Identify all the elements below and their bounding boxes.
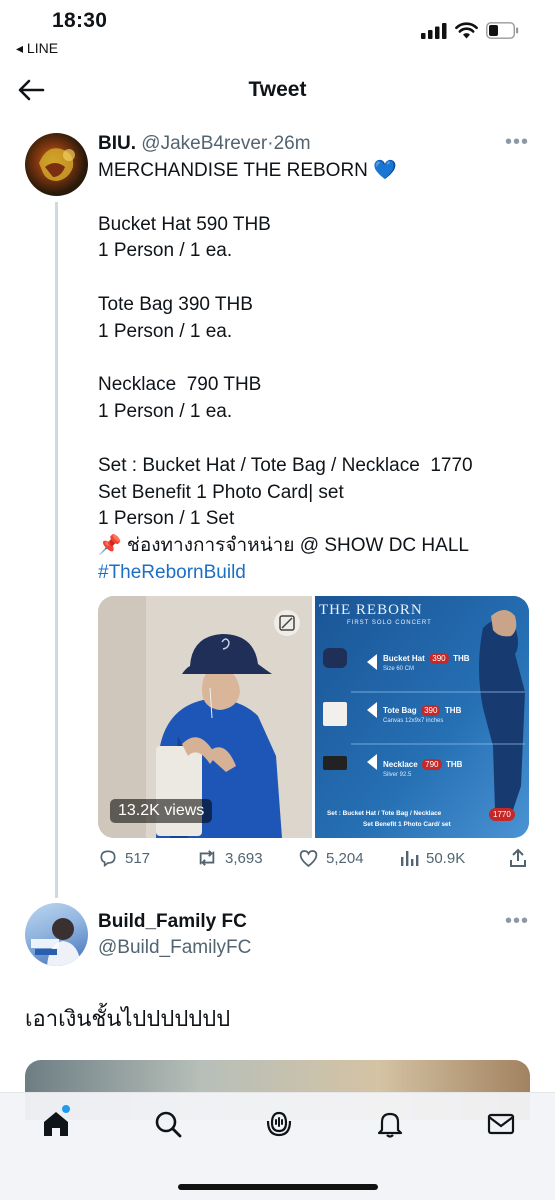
author-handle[interactable]: @JakeB4rever [141, 133, 267, 154]
tweet-line: 1 Person / 1 ea. [98, 320, 233, 342]
poster-item-hat: Bucket Hat 390 THB Size 60 CM [383, 648, 470, 672]
reply-author-avatar[interactable] [25, 903, 88, 966]
poster-item-name: Tote Bag [383, 706, 417, 715]
poster-price-badge: 790 [422, 759, 442, 770]
reply-more-options-icon[interactable]: ••• [505, 910, 529, 933]
tweet-actions: 517 3,693 5,204 50.9K [98, 848, 538, 874]
tweet-line: 1 Person / 1 ea. [98, 240, 233, 262]
tweet-line [98, 265, 538, 292]
video-views-badge: 13.2K views [110, 799, 213, 823]
thread-line [55, 202, 58, 898]
tweet-line [98, 426, 538, 453]
poster-currency: THB [453, 654, 470, 663]
poster-item-name: Necklace [383, 760, 418, 769]
tweet-line: 1 Person / 1 ea. [98, 401, 233, 423]
tweet-text: MERCHANDISE THE REBORN 💙 Bucket Hat 590 … [98, 158, 538, 587]
poster-currency: THB [445, 760, 463, 769]
tweet-author-line: BIU. @JakeB4rever·26m [98, 133, 311, 155]
poster-set-line2: Set Benefit 1 Photo Card/ set [363, 821, 451, 828]
search-icon[interactable] [153, 1109, 183, 1139]
share-button[interactable] [508, 848, 528, 868]
avatar-photo-icon [31, 918, 81, 966]
reply-text: เอาเงินชั้นไปปปปปปป [25, 1006, 231, 1031]
tweet-line: 📌 ช่องทางการจำหน่าย @ SHOW DC HALL [98, 535, 469, 557]
poster-item-name: Bucket Hat [383, 654, 425, 663]
reply-author-name[interactable]: Build_Family FC [98, 911, 247, 933]
author-name[interactable]: BIU. [98, 133, 136, 154]
poster-title: THE REBORN [319, 602, 423, 618]
poster-item-necklace: Necklace 790 THB Silver 92.5 [383, 754, 462, 778]
reply-count: 517 [125, 849, 151, 867]
like-count: 5,204 [326, 849, 364, 867]
poster-price-badge: 390 [429, 653, 449, 664]
cellular-signal-icon [421, 22, 447, 39]
status-bar: 18:30 ◂ LINE [0, 0, 555, 62]
poster-item-tote: Tote Bag 390 THB Canvas 12x9x7 inches [383, 700, 461, 724]
tweet-line [98, 346, 538, 373]
tweet-media[interactable]: 13.2K views THE REBORN FIRST SOLO CONCER… [98, 596, 529, 838]
reply-icon [100, 850, 116, 868]
tweet-time[interactable]: 26m [274, 133, 311, 154]
messages-envelope-icon[interactable] [486, 1109, 516, 1139]
wifi-icon [455, 22, 478, 39]
retweet-icon [199, 850, 215, 866]
like-button[interactable]: 5,204 [298, 848, 364, 868]
poster-item-detail: Silver 92.5 [383, 772, 412, 778]
reply-author-handle[interactable]: @Build_FamilyFC [98, 937, 251, 959]
poster-set-line1: Set : Bucket Hat / Tote Bag / Necklace [327, 810, 442, 817]
status-icons [421, 22, 519, 39]
avatar-art-icon [39, 148, 75, 181]
heart-icon [299, 850, 318, 867]
merch-poster-image[interactable]: THE REBORN FIRST SOLO CONCERT Bucket Hat… [315, 596, 529, 838]
notifications-bell-icon[interactable] [375, 1109, 405, 1139]
tweet-line: Necklace 790 THB [98, 374, 262, 396]
poster-currency: THB [444, 706, 462, 715]
share-icon [510, 848, 526, 867]
retweet-count: 3,693 [225, 849, 263, 867]
page-title: Tweet [248, 78, 307, 101]
status-time: 18:30 [52, 9, 108, 32]
video-thumbnail[interactable]: 13.2K views [98, 596, 312, 838]
battery-icon [486, 22, 519, 39]
tweet-line: Set : Bucket Hat / Tote Bag / Necklace 1… [98, 454, 473, 476]
tweet-line: Set Benefit 1 Photo Card| set [98, 481, 344, 503]
analytics-icon [401, 851, 419, 866]
hashtag-link[interactable]: #TheRebornBuild [98, 560, 538, 587]
poster-item-detail: Size 60 CM [383, 666, 415, 672]
top-bar: Tweet [0, 62, 555, 118]
tweet-line: Bucket Hat 590 THB [98, 213, 271, 235]
back-to-app-link[interactable]: ◂ LINE [16, 40, 58, 57]
poster-price-badge: 390 [421, 705, 441, 716]
views-button[interactable]: 50.9K [399, 848, 465, 868]
retweet-button[interactable]: 3,693 [196, 848, 263, 868]
tweet-line: Tote Bag 390 THB [98, 293, 253, 315]
home-icon[interactable] [41, 1109, 71, 1139]
reply-button[interactable]: 517 [98, 848, 150, 868]
home-indicator[interactable] [178, 1184, 378, 1190]
more-options-icon[interactable]: ••• [505, 131, 529, 154]
poster-item-detail: Canvas 12x9x7 inches [383, 718, 444, 724]
tweet-line: MERCHANDISE THE REBORN 💙 [98, 160, 397, 181]
poster-set-price-badge: 1770 [489, 808, 515, 821]
poster-subtitle: FIRST SOLO CONCERT [347, 620, 432, 626]
tweet-line [98, 185, 538, 212]
tweet-line: 1 Person / 1 Set [98, 508, 235, 530]
spaces-icon[interactable] [264, 1109, 294, 1139]
view-count: 50.9K [426, 849, 466, 867]
home-notification-dot [62, 1105, 70, 1113]
author-avatar[interactable] [25, 133, 88, 196]
